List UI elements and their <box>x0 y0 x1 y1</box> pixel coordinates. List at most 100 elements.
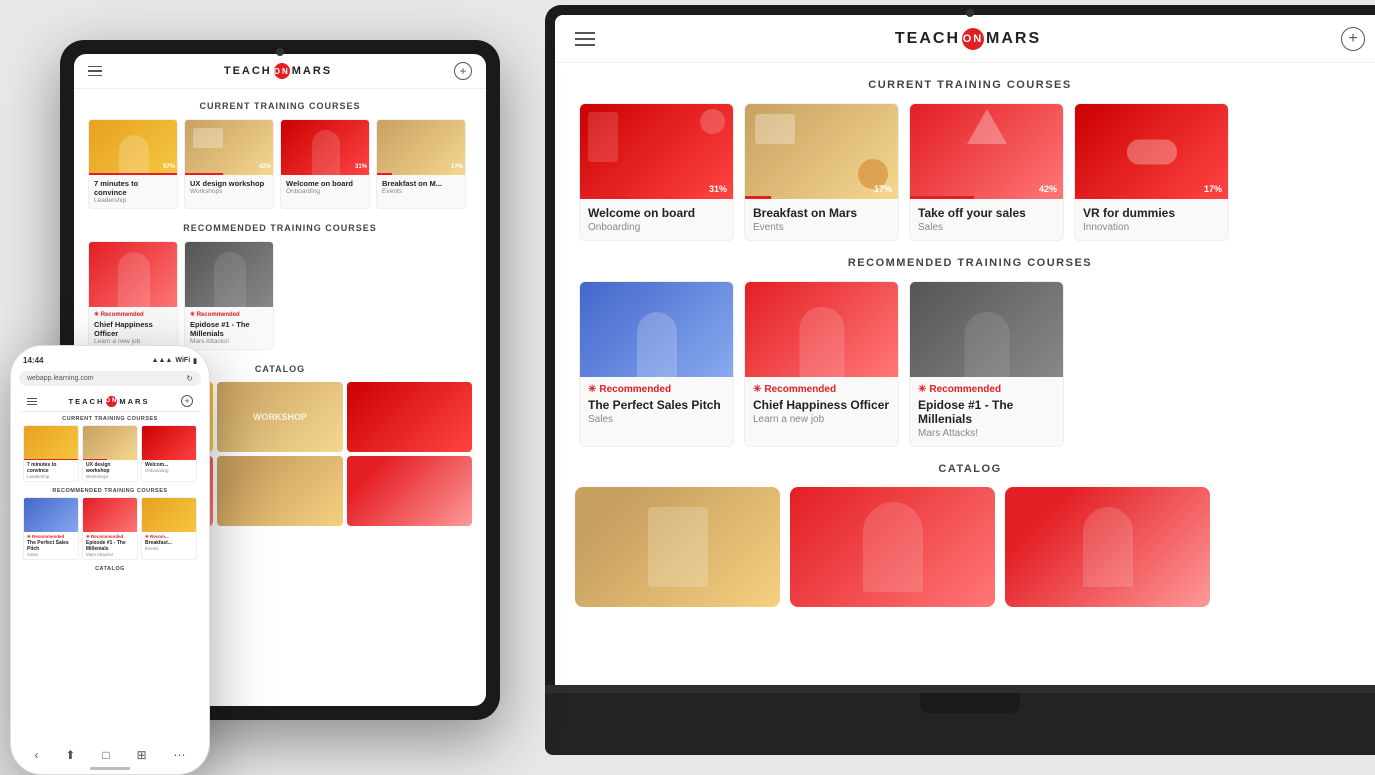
tablet-course-info: 7 minutes to convince Leadership <box>89 175 177 208</box>
course-category: Learn a new job <box>753 414 890 425</box>
catalog-item[interactable] <box>575 487 780 607</box>
phone-course-img <box>24 426 79 460</box>
tablet-catalog-item[interactable]: WORKSHOP <box>217 382 342 452</box>
share-icon[interactable]: ⬆ <box>65 748 75 762</box>
course-image <box>580 282 733 377</box>
tablet-recommended-row: ✳ Recommended Chief Happiness Officer Le… <box>88 241 472 350</box>
tablet-course[interactable]: 31% Welcome on board Onboarding <box>280 119 370 209</box>
logo-text-teach: TEACH <box>895 30 960 48</box>
current-courses-row: 31% Welcome on board Onboarding <box>575 103 1365 241</box>
catalog-item[interactable] <box>1005 487 1210 607</box>
laptop: TEACH ON MARS + CURRENT TRAINING COURSES <box>545 5 1375 755</box>
tablet-course-info: Breakfast on M... Events <box>377 175 465 199</box>
course-title: Epidose #1 - The Millenials <box>918 398 1055 426</box>
phone-course[interactable]: 7 minutes to convince Leadership <box>23 425 79 482</box>
phone-course[interactable]: Welcom... Onboarding <box>141 425 197 482</box>
phone-app-header: TEACH ON MARS + <box>19 391 201 412</box>
rec-course-card[interactable]: ✳ Recommended Chief Happiness Officer Le… <box>744 281 899 447</box>
wifi-icon: WiFi <box>175 357 190 364</box>
phone-recommended-row: ✳ Recommended The Perfect Sales Pitch Sa… <box>23 497 197 560</box>
rec-course-card[interactable]: ✳ Recommended The Perfect Sales Pitch Sa… <box>579 281 734 447</box>
course-info: ✳ Recommended Epidose #1 - The Millenial… <box>910 377 1063 446</box>
bookmark-icon[interactable]: □ <box>102 748 109 762</box>
catalog-title: CATALOG <box>575 463 1365 475</box>
phone-url-bar[interactable]: webapp.learning.com ↻ <box>19 371 201 386</box>
course-category: Innovation <box>1083 222 1220 233</box>
phone-home-indicator <box>90 767 130 770</box>
phone-course-img <box>83 426 138 460</box>
course-image: 17% <box>1075 104 1228 199</box>
course-title: VR for dummies <box>1083 206 1220 220</box>
tablet-catalog-item[interactable] <box>217 456 342 526</box>
progress-bar <box>1075 196 1101 199</box>
tablet-current-title: CURRENT TRAINING COURSES <box>88 101 472 111</box>
tablet-logo-teach: TEACH <box>224 65 272 77</box>
back-icon[interactable]: ‹ <box>34 748 38 762</box>
catalog-item[interactable] <box>790 487 995 607</box>
course-image <box>745 282 898 377</box>
tablet-logo-mars: MARS <box>292 65 332 77</box>
course-category: Events <box>753 222 890 233</box>
laptop-notch <box>920 693 1020 713</box>
tablet-course[interactable]: 17% Breakfast on M... Events <box>376 119 466 209</box>
tablet-rec-img <box>89 242 178 307</box>
catalog-row <box>575 487 1365 607</box>
tablet-hamburger[interactable] <box>88 66 102 77</box>
course-card[interactable]: 42% Take off your sales Sales <box>909 103 1064 241</box>
phone-rec-card[interactable]: ✳ Recommended Episode #1 - The Millenial… <box>82 497 138 560</box>
tablet-course-info: UX design workshop Workshops <box>185 175 273 199</box>
tablet-recommended-title: RECOMMENDED TRAINING COURSES <box>88 223 472 233</box>
course-card[interactable]: 17% VR for dummies Innovation <box>1074 103 1229 241</box>
phone-add-button[interactable]: + <box>181 395 193 407</box>
phone: 14:44 ▲▲▲ WiFi ▮ webapp.learning.com ↻ T… <box>10 345 210 775</box>
phone-content-area: CURRENT TRAINING COURSES 7 minutes to co… <box>19 416 201 572</box>
tablet-catalog-item[interactable] <box>347 382 472 452</box>
recommended-badge: ✳ Recommended <box>753 384 890 395</box>
menu-icon[interactable]: ⋯ <box>174 748 186 762</box>
phone-rec-card[interactable]: ✳ Recom... Breakfast... Events <box>141 497 197 560</box>
rec-course-card[interactable]: ✳ Recommended Epidose #1 - The Millenial… <box>909 281 1064 447</box>
add-button[interactable]: + <box>1341 27 1365 51</box>
course-title: Breakfast on Mars <box>753 206 890 220</box>
recommended-badge: ✳ Recommended <box>918 384 1055 395</box>
hamburger-icon[interactable] <box>575 32 595 46</box>
tablet-camera <box>276 48 284 56</box>
phone-course-img <box>142 426 197 460</box>
course-card[interactable]: 17% Breakfast on Mars Events <box>744 103 899 241</box>
tablet-add-button[interactable]: + <box>454 62 472 80</box>
progress-text: 17% <box>874 184 892 194</box>
course-card[interactable]: 31% Welcome on board Onboarding <box>579 103 734 241</box>
recommended-training-title: RECOMMENDED TRAINING COURSES <box>575 257 1365 269</box>
phone-course[interactable]: UX design workshop Workshops <box>82 425 138 482</box>
course-category: Mars Attacks! <box>918 428 1055 439</box>
course-image: 31% <box>580 104 733 199</box>
tablet-course[interactable]: 42% UX design workshop Workshops <box>184 119 274 209</box>
tablet-course-img: 57% <box>89 120 178 175</box>
course-info: VR for dummies Innovation <box>1075 199 1228 240</box>
recommended-courses-row: ✳ Recommended The Perfect Sales Pitch Sa… <box>575 281 1365 447</box>
phone-recommended-title: RECOMMENDED TRAINING COURSES <box>19 488 201 494</box>
rec-star-icon: ✳ <box>753 384 761 395</box>
tablet-rec-img <box>185 242 274 307</box>
tablet-rec-card[interactable]: ✳ Recommended Epidose #1 - The Millenial… <box>184 241 274 350</box>
tablet-course[interactable]: 57% 7 minutes to convince Leadership <box>88 119 178 209</box>
course-title: Welcome on board <box>588 206 725 220</box>
tablet-rec-card[interactable]: ✳ Recommended Chief Happiness Officer Le… <box>88 241 178 350</box>
phone-course-info: 7 minutes to convince Leadership <box>24 460 78 481</box>
course-info: Welcome on board Onboarding <box>580 199 733 240</box>
tablet-catalog-item[interactable] <box>347 456 472 526</box>
course-info: ✳ Recommended Chief Happiness Officer Le… <box>745 377 898 432</box>
laptop-camera <box>966 9 974 17</box>
phone-logo-on: ON <box>106 396 117 407</box>
refresh-icon: ↻ <box>186 374 193 383</box>
course-title: Take off your sales <box>918 206 1055 220</box>
logo-on: ON <box>962 28 984 50</box>
phone-rec-card[interactable]: ✳ Recommended The Perfect Sales Pitch Sa… <box>23 497 79 560</box>
progress-bar <box>580 196 627 199</box>
course-category: Sales <box>918 222 1055 233</box>
current-training-title: CURRENT TRAINING COURSES <box>575 79 1365 91</box>
tabs-icon[interactable]: ⊞ <box>137 748 147 762</box>
laptop-app-header: TEACH ON MARS + <box>555 15 1375 63</box>
phone-hamburger[interactable] <box>27 398 37 405</box>
phone-current-title: CURRENT TRAINING COURSES <box>19 416 201 422</box>
